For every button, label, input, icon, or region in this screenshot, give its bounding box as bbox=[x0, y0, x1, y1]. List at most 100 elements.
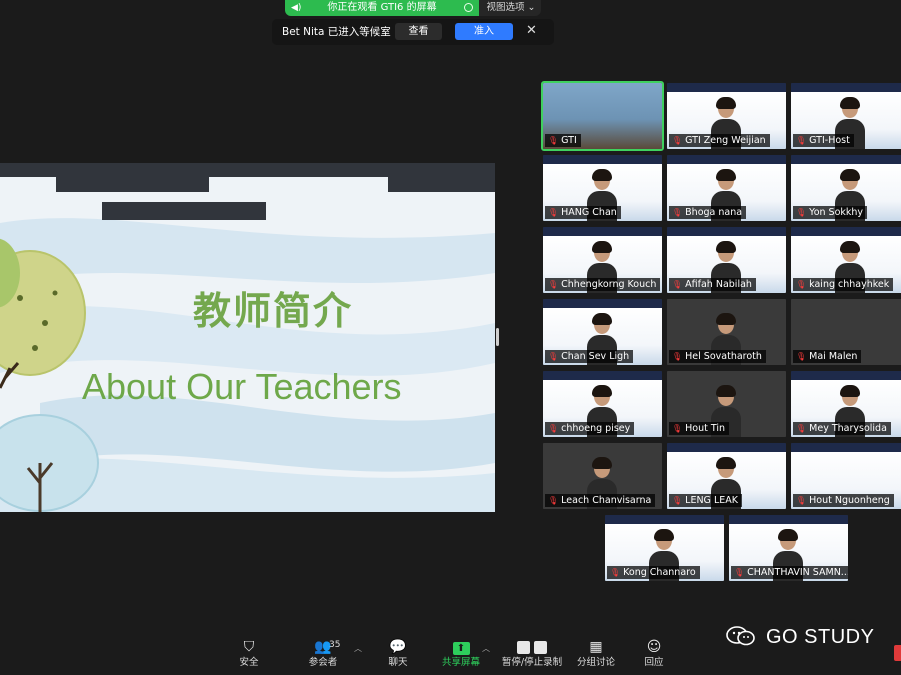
participant-name-text: Mai Malen bbox=[809, 351, 858, 362]
participant-tile[interactable]: 🎙 Hout Nguonheng bbox=[791, 443, 901, 509]
shared-screen-slide: 教师简介 About Our Teachers bbox=[0, 163, 495, 512]
participant-tile[interactable]: 🎙 Mai Malen bbox=[791, 299, 901, 365]
emoji-icon: ☺ bbox=[646, 639, 662, 655]
participant-name: 🎙 LENG LEAK bbox=[669, 494, 742, 507]
participant-tile[interactable]: 🎙 Yon Sokkhy bbox=[791, 155, 901, 221]
muted-mic-icon: 🎙 bbox=[548, 280, 559, 289]
recording-controls[interactable]: 暂停/停止录制 bbox=[500, 638, 564, 670]
participant-name: 🎙 Mey Tharysolida bbox=[793, 422, 891, 435]
participant-tile[interactable]: 🎙 Afifah Nabilah bbox=[667, 227, 786, 293]
participant-name-text: HANG Chan bbox=[561, 207, 617, 218]
participant-tile[interactable]: 🎙 kaing chhayhkek bbox=[791, 227, 901, 293]
slide-top-bar bbox=[0, 163, 495, 177]
close-icon[interactable]: ✕ bbox=[526, 22, 537, 40]
muted-mic-icon: 🎙 bbox=[796, 136, 807, 145]
participant-tile[interactable]: 🎙 GTI Zeng Weijian bbox=[667, 83, 786, 149]
participant-name: 🎙 kaing chhayhkek bbox=[793, 278, 894, 291]
participant-tile[interactable]: 🎙 Kong Channaro bbox=[605, 515, 724, 581]
participant-tile[interactable]: 🎙 Mey Tharysolida bbox=[791, 371, 901, 437]
resize-handle[interactable] bbox=[496, 328, 499, 346]
reactions-button[interactable]: ☺ 回应 bbox=[624, 638, 684, 670]
viewing-screen-text: 你正在观看 GTI6 的屏幕 bbox=[327, 2, 437, 13]
participant-count: 35 bbox=[329, 640, 341, 650]
participants-label: 参会者 bbox=[308, 657, 338, 668]
share-screen-label: 共享屏幕 bbox=[441, 657, 480, 668]
participant-tile[interactable]: 🎙 Leach Chanvisarna bbox=[543, 443, 662, 509]
participant-tile[interactable]: 🎙 Hout Tin bbox=[667, 371, 786, 437]
speaker-icon: ◀) bbox=[291, 3, 302, 13]
participant-name: 🎙 Leach Chanvisarna bbox=[545, 494, 656, 507]
grid-icon: ▦ bbox=[589, 639, 603, 655]
muted-mic-icon: 🎙 bbox=[796, 352, 807, 361]
muted-mic-icon: 🎙 bbox=[548, 352, 559, 361]
chevron-up-icon[interactable]: ︿ bbox=[482, 643, 490, 654]
chat-button[interactable]: 💬 聊天 bbox=[368, 638, 428, 670]
muted-mic-icon: 🎙 bbox=[548, 424, 559, 433]
participant-tile[interactable]: 🎙 chhoeng pisey bbox=[543, 371, 662, 437]
participant-name-text: Mey Tharysolida bbox=[809, 423, 887, 434]
participant-name-text: Hout Tin bbox=[685, 423, 726, 434]
muted-mic-icon: 🎙 bbox=[672, 280, 683, 289]
participant-tile[interactable]: 🎙 Bhoga nana bbox=[667, 155, 786, 221]
participant-tile[interactable]: 🎙 HANG Chan bbox=[543, 155, 662, 221]
participant-tile[interactable]: 🎙 Chhengkorng Kouch bbox=[543, 227, 662, 293]
participant-name: 🎙 Chhengkorng Kouch bbox=[545, 278, 661, 291]
wechat-icon bbox=[726, 626, 755, 646]
participant-name-text: GTI-Host bbox=[809, 135, 850, 146]
participant-name-text: chhoeng pisey bbox=[561, 423, 631, 434]
participant-tile[interactable]: 🎙 GTI bbox=[541, 81, 664, 151]
participant-name-text: Yon Sokkhy bbox=[809, 207, 864, 218]
participant-name-text: Hel Sovatharoth bbox=[685, 351, 762, 362]
participants-button[interactable]: 👥 35 参会者 bbox=[293, 638, 353, 670]
recording-label: 暂停/停止录制 bbox=[501, 657, 563, 668]
participant-name: 🎙 GTI-Host bbox=[793, 134, 854, 147]
participant-name-text: kaing chhayhkek bbox=[809, 279, 890, 290]
view-waiting-room-button[interactable]: 查看 bbox=[395, 23, 442, 40]
muted-mic-icon: 🎙 bbox=[796, 208, 807, 217]
participant-name-text: GTI bbox=[561, 135, 577, 146]
participant-name: 🎙 Hout Tin bbox=[669, 422, 730, 435]
slide-redaction-bar bbox=[388, 177, 495, 192]
participant-name-text: Leach Chanvisarna bbox=[561, 495, 652, 506]
muted-mic-icon: 🎙 bbox=[796, 424, 807, 433]
slide-title-english: About Our Teachers bbox=[82, 366, 402, 407]
admit-button[interactable]: 准入 bbox=[455, 23, 513, 40]
slide-redaction-bar bbox=[56, 177, 209, 192]
participant-name: 🎙 Bhoga nana bbox=[669, 206, 747, 219]
participant-tile[interactable]: 🎙 Hel Sovatharoth bbox=[667, 299, 786, 365]
participant-tile[interactable]: 🎙 LENG LEAK bbox=[667, 443, 786, 509]
participant-name: 🎙 HANG Chan bbox=[545, 206, 621, 219]
muted-mic-icon: 🎙 bbox=[672, 352, 683, 361]
participant-name-text: CHANTHAVIN SAMN... bbox=[747, 567, 848, 578]
participant-tile[interactable]: 🎙 GTI-Host bbox=[791, 83, 901, 149]
view-options-button[interactable]: 视图选项 ⌄ bbox=[481, 0, 541, 16]
participant-name: 🎙 Mai Malen bbox=[793, 350, 862, 363]
slide-redaction-bar bbox=[102, 202, 266, 220]
chevron-up-icon[interactable]: ︿ bbox=[354, 643, 362, 654]
chat-icon: 💬 bbox=[389, 639, 407, 655]
viewing-screen-indicator[interactable]: ◀) 你正在观看 GTI6 的屏幕 bbox=[285, 0, 479, 16]
muted-mic-icon: 🎙 bbox=[610, 568, 621, 577]
muted-mic-icon: 🎙 bbox=[796, 496, 807, 505]
pause-stop-icon bbox=[500, 638, 564, 656]
shield-icon: ⛉ bbox=[243, 639, 255, 655]
muted-mic-icon: 🎙 bbox=[734, 568, 745, 577]
participant-tile[interactable]: 🎙 CHANTHAVIN SAMN... bbox=[729, 515, 848, 581]
participant-name: 🎙 chhoeng pisey bbox=[545, 422, 635, 435]
muted-mic-icon: 🎙 bbox=[548, 208, 559, 217]
reactions-label: 回应 bbox=[644, 657, 664, 668]
participant-name: 🎙 GTI Zeng Weijian bbox=[669, 134, 770, 147]
participant-name: 🎙 Chan Sev Ligh bbox=[545, 350, 634, 363]
participant-name: 🎙 CHANTHAVIN SAMN... bbox=[731, 566, 848, 579]
chat-label: 聊天 bbox=[388, 657, 408, 668]
status-dot-icon bbox=[464, 3, 473, 12]
participant-name-text: LENG LEAK bbox=[685, 495, 738, 506]
participant-name-text: Bhoga nana bbox=[685, 207, 743, 218]
screen-share-banner: ◀) 你正在观看 GTI6 的屏幕 视图选项 ⌄ bbox=[285, 0, 541, 16]
participant-tile[interactable]: 🎙 Chan Sev Ligh bbox=[543, 299, 662, 365]
security-button[interactable]: ⛉ 安全 bbox=[219, 638, 279, 670]
breakout-rooms-button[interactable]: ▦ 分组讨论 bbox=[566, 638, 626, 670]
recording-indicator bbox=[894, 645, 901, 661]
muted-mic-icon: 🎙 bbox=[672, 424, 683, 433]
participant-name: 🎙 GTI bbox=[545, 134, 581, 147]
